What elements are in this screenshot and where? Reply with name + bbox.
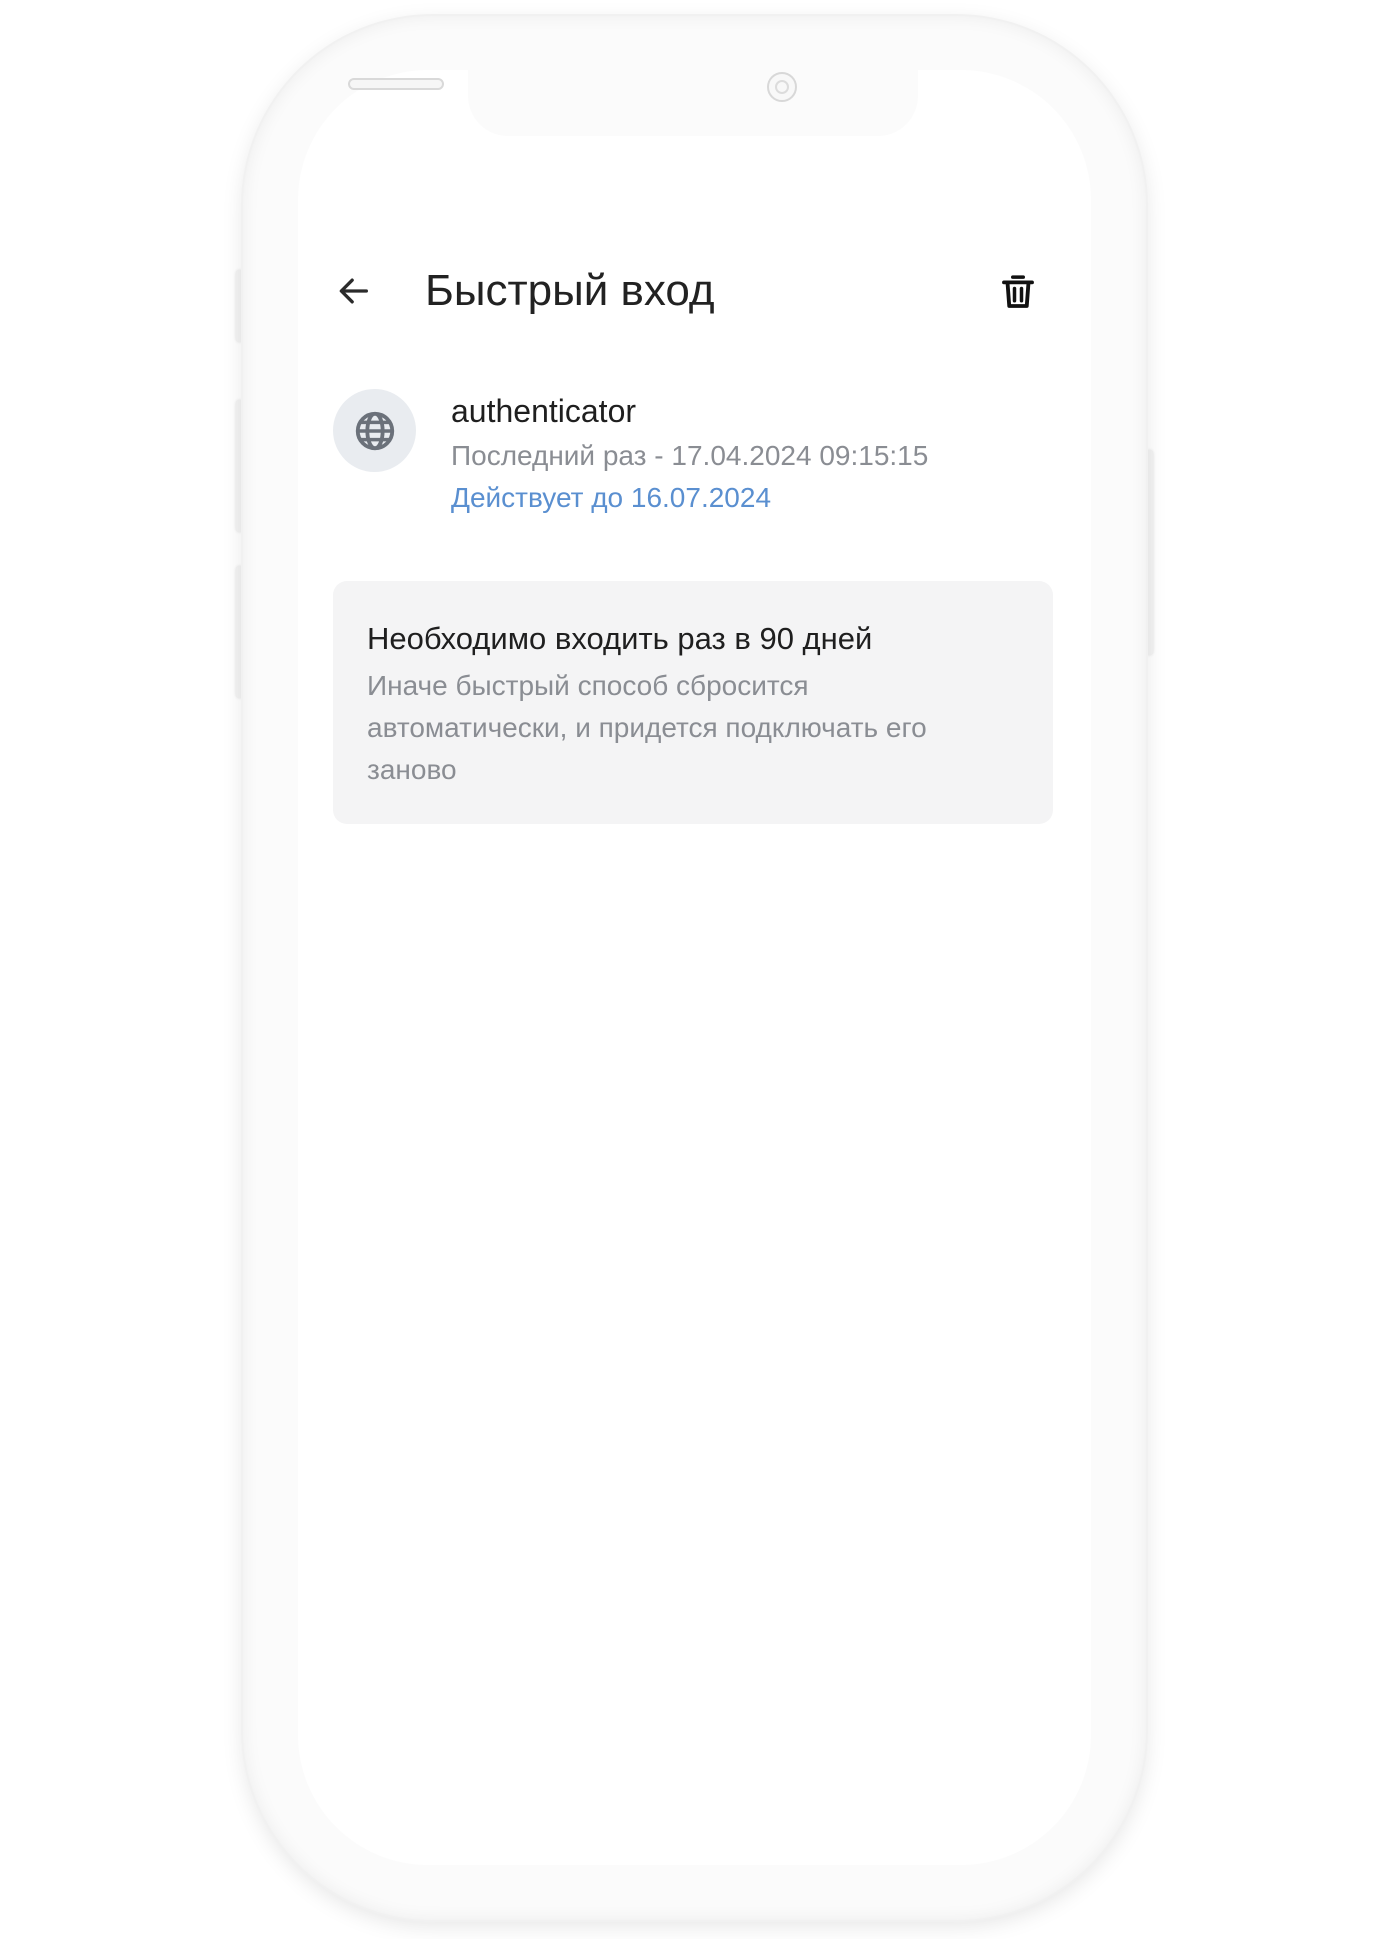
phone-side-button — [236, 270, 243, 342]
back-button[interactable] — [330, 268, 376, 314]
stage: Быстрый вход authenticator Последний раз… — [0, 0, 1391, 1939]
valid-until-text: Действует до 16.07.2024 — [451, 482, 772, 513]
page-title: Быстрый вход — [425, 266, 715, 315]
phone-volume-up-button — [236, 400, 243, 532]
phone-camera — [767, 72, 797, 102]
phone-notch — [468, 70, 918, 136]
trash-icon — [1002, 275, 1034, 308]
last-used-text: Последний раз - 17.04.2024 09:15:15 — [451, 440, 929, 471]
info-card: Необходимо входить раз в 90 дней Иначе б… — [333, 581, 1053, 824]
info-card-body: Иначе быстрый способ сбросится автоматич… — [367, 670, 927, 785]
phone-speaker — [348, 78, 444, 90]
globe-icon — [355, 411, 394, 450]
info-card-title: Необходимо входить раз в 90 дней — [367, 621, 873, 656]
phone-screen — [298, 70, 1091, 1865]
item-avatar — [333, 389, 416, 472]
authenticator-name: authenticator — [451, 393, 637, 429]
arrow-left-icon — [339, 278, 368, 304]
phone-volume-down-button — [236, 566, 243, 698]
phone-power-button — [1146, 450, 1153, 655]
delete-button[interactable] — [994, 268, 1042, 316]
